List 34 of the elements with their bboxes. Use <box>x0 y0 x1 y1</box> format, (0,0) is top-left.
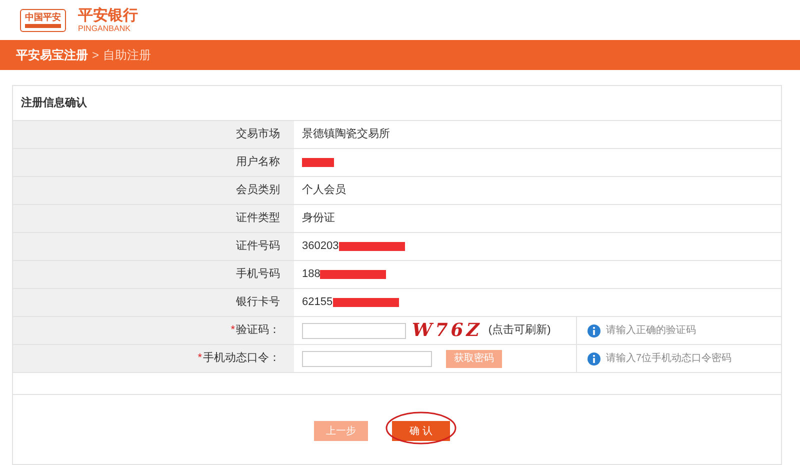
captcha-image[interactable]: W76Z <box>412 322 482 340</box>
hint-text: 请输入正确的验证码 <box>606 324 696 338</box>
logo-badge: 中国平安 <box>20 8 66 32</box>
field-label: 手机号码 <box>236 267 280 282</box>
refresh-hint[interactable]: (点击可刷新) <box>488 322 551 339</box>
panel-title: 注册信息确认 <box>21 96 87 111</box>
info-icon <box>587 352 601 366</box>
field-label: 验证码： <box>236 323 280 338</box>
back-button[interactable]: 上一步 <box>314 421 368 441</box>
field-value: 个人会员 <box>302 183 346 198</box>
field-label: 证件类型 <box>236 211 280 226</box>
breadcrumb-current[interactable]: 平安易宝注册 <box>16 46 88 64</box>
field-label: 会员类别 <box>236 183 280 198</box>
bank-name: 平安银行 <box>78 8 138 22</box>
field-label: 证件号码 <box>236 239 280 254</box>
required-mark: * <box>230 323 235 338</box>
bank-subtitle: PINGANBANK <box>78 24 132 32</box>
field-label: 银行卡号 <box>236 295 280 310</box>
field-value: 188 <box>302 267 320 282</box>
field-label: 用户名称 <box>236 154 280 170</box>
hint-text: 请输入7位手机动态口令密码 <box>606 352 732 366</box>
info-icon <box>587 324 601 338</box>
field-label: 手机动态口令： <box>203 350 280 366</box>
confirm-button[interactable]: 确 认 <box>392 421 450 441</box>
field-value: 景德镇陶瓷交易所 <box>302 126 390 142</box>
breadcrumb-separator: > <box>92 47 100 64</box>
input-field[interactable] <box>302 322 406 338</box>
field-value: 身份证 <box>302 211 335 226</box>
field-value: 62155 <box>302 295 333 310</box>
required-mark: * <box>198 351 202 366</box>
input-field[interactable] <box>302 350 432 366</box>
field-value: 360203 <box>302 239 339 254</box>
breadcrumb-page: 自助注册 <box>103 47 152 64</box>
field-label: 交易市场 <box>236 126 280 142</box>
